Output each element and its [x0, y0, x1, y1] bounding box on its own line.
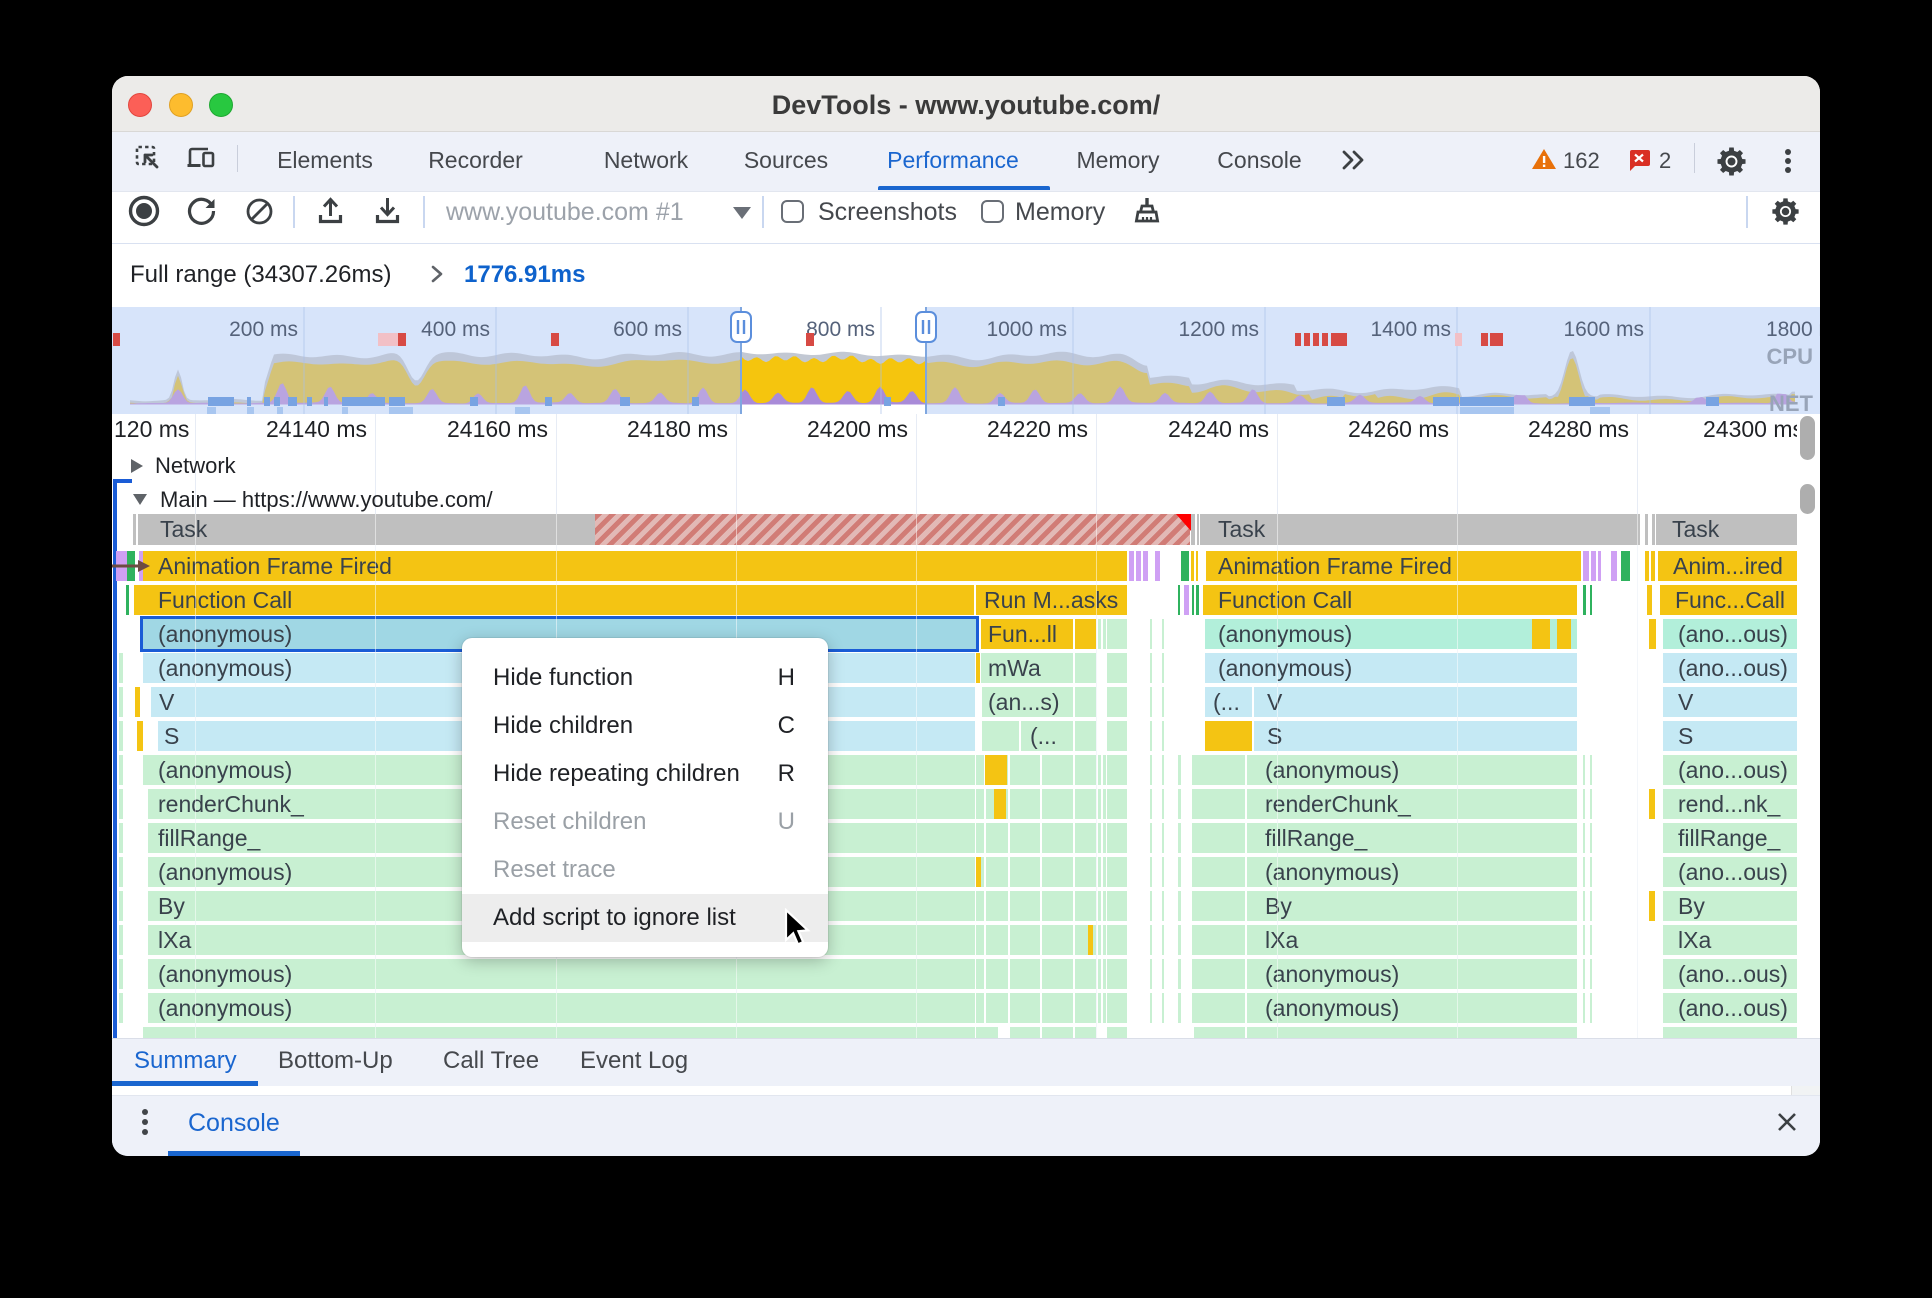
- svg-text:200 ms: 200 ms: [229, 318, 298, 341]
- svg-text:NET: NET: [1769, 391, 1814, 414]
- svg-text:1400 ms: 1400 ms: [1370, 318, 1451, 341]
- svg-text:CPU: CPU: [1767, 344, 1813, 369]
- svg-text:600 ms: 600 ms: [613, 318, 682, 341]
- svg-text:800 ms: 800 ms: [806, 318, 875, 341]
- svg-text:1000 ms: 1000 ms: [986, 318, 1067, 341]
- svg-text:1200 ms: 1200 ms: [1178, 318, 1259, 341]
- svg-text:400 ms: 400 ms: [421, 318, 490, 341]
- svg-text:1600 ms: 1600 ms: [1563, 318, 1644, 341]
- svg-text:1800 m: 1800 m: [1766, 318, 1820, 341]
